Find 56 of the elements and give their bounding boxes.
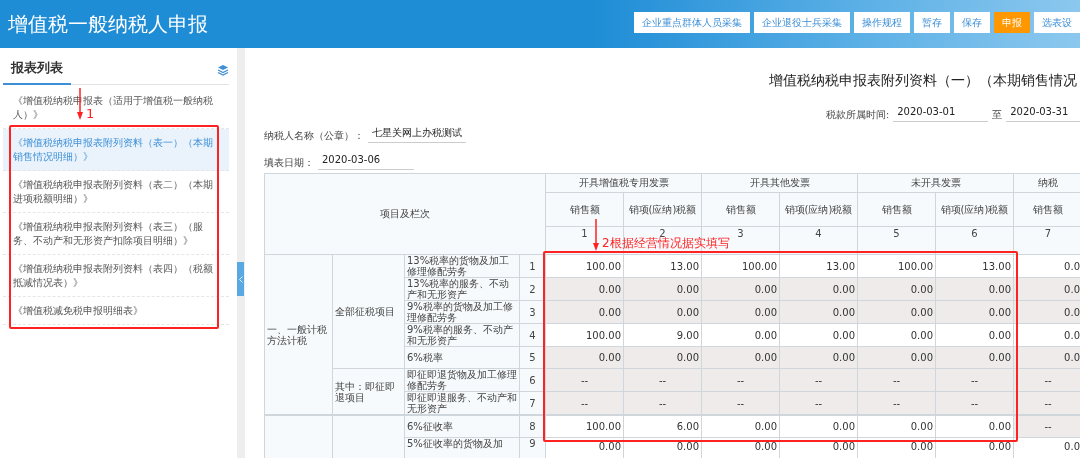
table-cell: 全部征税项目	[332, 254, 405, 369]
column-header: 纳税	[1013, 173, 1080, 193]
form-title: 增值税纳税申报表附列资料（一）（本期销售情况	[768, 71, 1078, 90]
row-label: 13%税率的服务、不动产和无形资产	[404, 277, 520, 301]
sidebar-item[interactable]: 《增值税纳税申报表附列资料（表二）（本期进项税额明细）》	[3, 171, 229, 213]
field-label: 税款所属时间:	[826, 109, 890, 122]
table-cell: --	[1013, 415, 1080, 438]
row-label: 9%税率的服务、不动产和无形资产	[404, 323, 520, 347]
sidebar-item[interactable]: 《增值税纳税申报表附列资料（表三）（服务、不动产和无形资产扣除项目明细）》	[3, 213, 229, 255]
input-field[interactable]: 6.00	[623, 415, 702, 438]
toolbar-button[interactable]: 企业重点群体人员采集	[634, 12, 750, 33]
input-field[interactable]: 0.00	[779, 415, 858, 438]
input-field[interactable]: 0.00	[701, 415, 780, 438]
input-field[interactable]: 2020-03-06	[318, 153, 414, 170]
input-field[interactable]: 100.00	[545, 415, 624, 438]
input-field[interactable]: 2020-03-01	[893, 105, 989, 122]
sidebar-tab[interactable]: 报表列表	[3, 59, 71, 85]
field-label: 纳税人名称（公章）：	[264, 130, 364, 143]
column-header: 开具其他发票	[701, 173, 858, 193]
column-header: 未开具发票	[857, 173, 1014, 193]
collapse-handle[interactable]	[237, 262, 244, 296]
layers-icon[interactable]	[217, 64, 229, 76]
table-cell: 一、一般计税方法计税	[264, 254, 333, 415]
sidebar-item[interactable]: 《增值税减免税申报明细表》	[3, 297, 229, 325]
toolbar-button[interactable]: 保存	[954, 12, 990, 33]
column-header: 销售额	[1013, 192, 1080, 227]
field-label: 填表日期：	[264, 157, 314, 170]
column-header: 销项(应纳)税额	[935, 192, 1014, 227]
row-label: 13%税率的货物及加工修理修配劳务	[404, 254, 520, 278]
app-title: 增值税一般纳税人申报	[7, 11, 208, 38]
annotation-label: 2根据经营情况据实填写	[602, 236, 730, 250]
toolbar-button[interactable]: 操作规程	[854, 12, 910, 33]
sidebar-item[interactable]: 《增值税纳税申报表附列资料（表四）（税额抵减情况表）》	[3, 255, 229, 297]
input-field[interactable]: 七星关网上办税测试	[368, 126, 466, 143]
input-field[interactable]: 0.00	[935, 415, 1014, 438]
row-label: 6%征收率	[404, 415, 520, 438]
column-number: 7	[1013, 226, 1080, 255]
arrow	[593, 219, 599, 251]
toolbar-button[interactable]: 暂存	[914, 12, 950, 33]
column-header: 销项(应纳)税额	[623, 192, 702, 227]
column-header: 项目及栏次	[264, 173, 546, 255]
row-label: 即征即退服务、不动产和无形资产	[404, 391, 520, 415]
toolbar-button[interactable]: 企业退役士兵采集	[754, 12, 850, 33]
column-header: 销售额	[545, 192, 624, 227]
toolbar-button[interactable]: 选表设	[1034, 12, 1080, 33]
column-header: 销项(应纳)税额	[779, 192, 858, 227]
column-header: 销售额	[701, 192, 780, 227]
row-label: 即征即退货物及加工修理修配劳务	[404, 368, 520, 392]
input-field[interactable]: 2020-03-31	[1006, 105, 1080, 122]
annotation-label: 1	[86, 106, 95, 121]
column-header: 开具增值税专用发票	[545, 173, 702, 193]
input-field[interactable]: 0.00	[857, 415, 936, 438]
column-header: 销售额	[857, 192, 936, 227]
field-label: 至	[992, 109, 1003, 122]
chevron-left-icon	[238, 275, 243, 283]
row-label: 9%税率的货物及加工修理修配劳务	[404, 300, 520, 324]
